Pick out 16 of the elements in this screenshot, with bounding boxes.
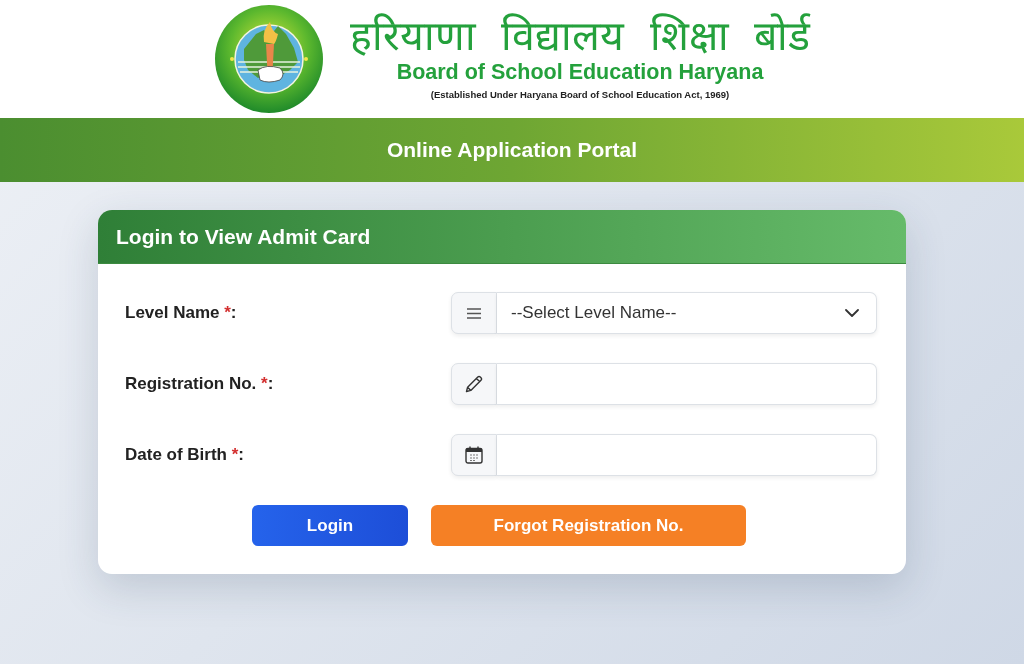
board-title-english: Board of School Education Haryana — [396, 60, 764, 84]
field-label: Date of Birth *: — [125, 445, 246, 465]
field-label: Level Name *: — [125, 303, 238, 323]
list-icon — [467, 307, 481, 319]
board-subtitle: (Established Under Haryana Board of School Education Act, 1969) — [430, 89, 730, 100]
date-input[interactable] — [497, 434, 877, 476]
login-button[interactable]: Login — [252, 505, 408, 546]
board-title-hindi: हरियाणा विद्यालय शिक्षा बोर्ड — [349, 12, 811, 60]
chevron-down-icon — [845, 309, 859, 317]
portal-title: Online Application Portal — [386, 138, 638, 162]
pencil-icon — [465, 375, 483, 393]
level-select[interactable]: --Select Level Name-- — [497, 292, 877, 334]
card-title: Login to View Admit Card — [116, 224, 371, 249]
calendar-icon — [465, 446, 483, 464]
field-label: Registration No. *: — [125, 374, 275, 394]
registration-input[interactable] — [497, 363, 877, 405]
